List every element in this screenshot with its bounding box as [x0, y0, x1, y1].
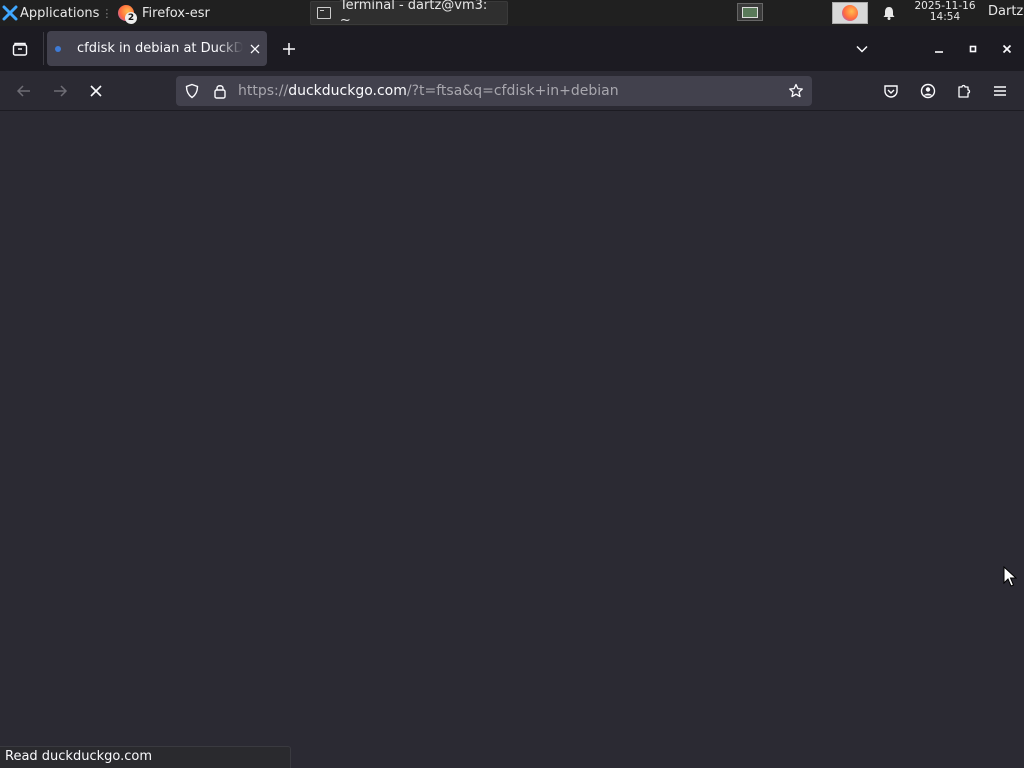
firefox-view-icon: [12, 42, 28, 56]
navigation-toolbar: https://duckduckgo.com/?t=ftsa&q=cfdisk+…: [0, 71, 1024, 111]
plus-icon: [283, 43, 295, 55]
account-icon: [920, 83, 936, 99]
maximize-icon: [969, 45, 977, 53]
clock-time: 14:54: [929, 11, 961, 23]
bookmark-star-button[interactable]: [786, 81, 806, 101]
forward-button[interactable]: [44, 75, 76, 107]
minimize-button[interactable]: [927, 37, 951, 61]
pocket-icon: [884, 85, 898, 98]
panel-clock[interactable]: 2025-11-16 14:54: [905, 1, 985, 23]
url-path: /?t=ftsa&q=cfdisk+in+debian: [406, 83, 619, 99]
tab-strip-divider: [43, 32, 44, 65]
account-button[interactable]: [912, 75, 944, 107]
close-tab-icon[interactable]: [245, 39, 265, 59]
notification-bell-icon[interactable]: [881, 5, 897, 21]
loading-favicon-icon: [55, 45, 61, 52]
display-tray-icon[interactable]: [737, 3, 763, 21]
tab-strip: cfdisk in debian at DuckDuckGo: [0, 26, 1024, 71]
taskbar-terminal-label: Terminal - dartz@vm3: ~: [339, 0, 488, 28]
page-content[interactable]: [0, 111, 1024, 768]
terminal-icon: [317, 7, 331, 19]
minimize-icon: [935, 51, 943, 53]
url-host: duckduckgo.com: [288, 83, 407, 99]
taskbar-firefox-label: Firefox-esr: [142, 5, 210, 21]
tab-duckduckgo[interactable]: cfdisk in debian at DuckDuckGo: [47, 31, 267, 66]
taskbar-firefox[interactable]: 2 Firefox-esr: [110, 1, 306, 25]
star-icon: [789, 83, 803, 98]
applications-menu[interactable]: Applications ⋮: [0, 0, 113, 26]
window-count-badge: 2: [125, 12, 137, 24]
mouse-pointer-icon: [1003, 566, 1017, 587]
hamburger-menu-icon: [994, 86, 1006, 96]
firefox-tray-icon[interactable]: [832, 2, 868, 24]
xfce-logo-icon: [2, 5, 18, 21]
status-panel: Read duckduckgo.com: [0, 746, 291, 768]
url-text[interactable]: https://duckduckgo.com/?t=ftsa&q=cfdisk+…: [238, 83, 619, 99]
list-all-tabs-button[interactable]: [850, 37, 874, 61]
arrow-right-icon: [54, 85, 68, 97]
lock-icon[interactable]: [212, 83, 228, 99]
app-menu-button[interactable]: [984, 75, 1016, 107]
menu-separator-icon: ⋮: [101, 6, 113, 20]
firefox-view-button[interactable]: [4, 34, 36, 64]
new-tab-button[interactable]: [276, 37, 302, 61]
url-scheme: https://: [238, 83, 289, 99]
stop-button[interactable]: [80, 75, 112, 107]
puzzle-piece-icon: [958, 84, 971, 98]
chevron-down-icon: [856, 45, 868, 53]
taskbar-terminal[interactable]: Terminal - dartz@vm3: ~: [310, 0, 508, 28]
firefox-icon: 2: [116, 3, 137, 24]
address-bar[interactable]: https://duckduckgo.com/?t=ftsa&q=cfdisk+…: [176, 76, 812, 106]
back-button[interactable]: [8, 75, 40, 107]
arrow-left-icon: [16, 85, 30, 97]
pocket-button[interactable]: [875, 75, 907, 107]
extensions-button[interactable]: [948, 75, 980, 107]
tab-title: cfdisk in debian at DuckDuckGo: [77, 41, 243, 56]
close-icon: [1002, 44, 1012, 54]
desktop-panel: Applications ⋮ 2 Firefox-esr Terminal - …: [0, 0, 1024, 28]
applications-label: Applications: [20, 5, 100, 21]
tracking-protection-shield-icon[interactable]: [184, 83, 200, 99]
user-menu[interactable]: Dartz: [988, 4, 1023, 19]
maximize-button[interactable]: [961, 37, 985, 61]
stop-icon: [90, 85, 102, 97]
close-window-button[interactable]: [995, 37, 1019, 61]
